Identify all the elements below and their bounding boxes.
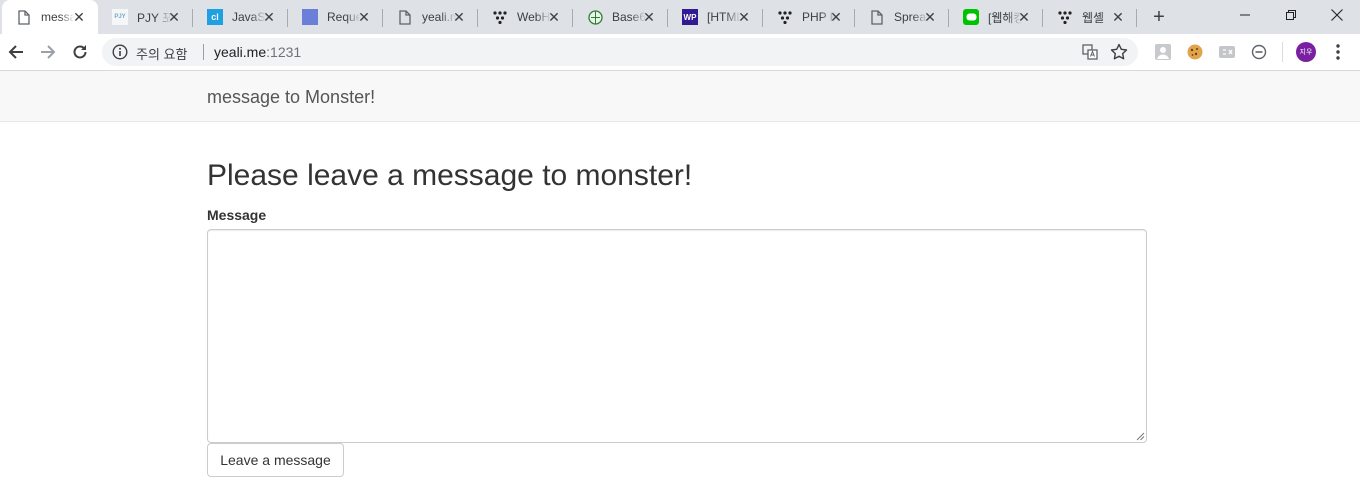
tab-title: message to Monster!: [41, 10, 75, 24]
line-icon: [963, 9, 979, 25]
extension-profile-icon[interactable]: [1154, 43, 1172, 61]
arrow-right-icon: [41, 45, 56, 59]
close-icon[interactable]: ✕: [72, 10, 86, 24]
close-icon[interactable]: ✕: [1017, 10, 1031, 24]
dots-icon: [777, 9, 793, 25]
cl-icon: cl: [207, 9, 223, 25]
close-icon[interactable]: ✕: [829, 10, 843, 24]
tab-title: JavaScript: [232, 10, 266, 24]
security-warning-text[interactable]: 주의 요함: [136, 44, 187, 63]
wp-icon: WP: [682, 9, 698, 25]
tab-spreadsheet[interactable]: Spreadsheet ✕: [855, 0, 949, 34]
tab-title: Base64: [612, 10, 646, 24]
close-icon[interactable]: ✕: [547, 10, 561, 24]
dots-icon: [1057, 9, 1073, 25]
tab-title: WebHook: [517, 10, 551, 24]
tab-webhacking[interactable]: [웹해킹] ✕: [949, 0, 1043, 34]
arrow-left-icon: [8, 45, 23, 59]
tab-base64[interactable]: Base64 ✕: [573, 0, 668, 34]
address-divider: [203, 44, 204, 60]
browser-toolbar: 주의 요함 yeali.me:1231 지우: [0, 34, 1360, 70]
forward-button[interactable]: [36, 40, 60, 64]
tab-title: [HTML]: [707, 10, 741, 24]
more-menu-icon[interactable]: [1330, 43, 1346, 61]
close-icon[interactable]: ✕: [642, 10, 656, 24]
close-icon[interactable]: ✕: [357, 10, 371, 24]
close-icon[interactable]: ✕: [737, 10, 751, 24]
block-icon[interactable]: [1250, 43, 1268, 61]
page-icon: [16, 9, 32, 25]
reload-button[interactable]: [68, 40, 92, 64]
message-label: Message: [207, 207, 267, 223]
tab-title: yeali.me: [422, 10, 456, 24]
close-icon[interactable]: ✕: [262, 10, 276, 24]
minimize-button[interactable]: [1222, 0, 1268, 30]
pjy-icon: PJY: [112, 9, 128, 25]
info-icon[interactable]: [112, 44, 128, 60]
site-brand-link[interactable]: message to Monster!: [207, 87, 375, 108]
url-text[interactable]: yeali.me:1231: [214, 44, 301, 60]
tab-separator: [1136, 9, 1137, 27]
translate-icon[interactable]: [1082, 44, 1098, 60]
close-icon[interactable]: ✕: [1111, 10, 1125, 24]
address-bar[interactable]: 주의 요함 yeali.me:1231: [102, 38, 1138, 66]
resize-grip-icon[interactable]: [1135, 431, 1145, 441]
globe-icon: [587, 9, 603, 25]
page-icon: [397, 9, 413, 25]
url-port: :1231: [266, 44, 302, 60]
new-tab-button[interactable]: +: [1149, 6, 1169, 28]
extension-grey-icon[interactable]: [1218, 43, 1236, 61]
site-navbar: message to Monster!: [0, 71, 1360, 122]
star-icon[interactable]: [1110, 43, 1128, 61]
url-host: yeali.me: [214, 44, 267, 60]
tab-title: PJY 포트폴리오: [137, 10, 171, 25]
tab-html[interactable]: WP [HTML] ✕: [668, 0, 763, 34]
dots-icon: [492, 9, 508, 25]
tab-title: Request: [327, 10, 361, 24]
cookie-icon[interactable]: [1186, 43, 1204, 61]
close-icon[interactable]: ✕: [923, 10, 937, 24]
tab-strip: message to Monster! ✕ PJY PJY 포트폴리오 ✕ cl…: [0, 0, 1360, 34]
tab-webhook[interactable]: WebHook ✕: [478, 0, 573, 34]
tab-message-to-monster[interactable]: message to Monster! ✕: [2, 0, 98, 34]
reload-icon: [73, 45, 87, 59]
tab-request[interactable]: Request ✕: [288, 0, 383, 34]
minimize-icon: [1240, 14, 1250, 16]
tab-php-form[interactable]: PHP Form ✕: [763, 0, 855, 34]
tab-pjy[interactable]: PJY PJY 포트폴리오 ✕: [98, 0, 193, 34]
profile-avatar[interactable]: 지우: [1296, 42, 1316, 62]
message-textarea[interactable]: [207, 229, 1147, 443]
close-icon[interactable]: ✕: [452, 10, 466, 24]
blue-square-icon: [302, 9, 318, 25]
toolbar-divider: [1282, 42, 1283, 62]
page-icon: [869, 9, 885, 25]
close-icon: [1331, 9, 1343, 21]
restore-icon: [1286, 10, 1296, 20]
page-title: Please leave a message to monster!: [207, 159, 693, 192]
back-button[interactable]: [4, 40, 28, 64]
tab-yeali[interactable]: yeali.me ✕: [383, 0, 478, 34]
close-window-button[interactable]: [1314, 0, 1360, 30]
leave-message-button[interactable]: Leave a message: [207, 443, 344, 477]
restore-button[interactable]: [1268, 0, 1314, 30]
tab-webshell[interactable]: 웹셸 ✕: [1043, 0, 1137, 34]
close-icon[interactable]: ✕: [167, 10, 181, 24]
tab-javascript[interactable]: cl JavaScript ✕: [193, 0, 288, 34]
